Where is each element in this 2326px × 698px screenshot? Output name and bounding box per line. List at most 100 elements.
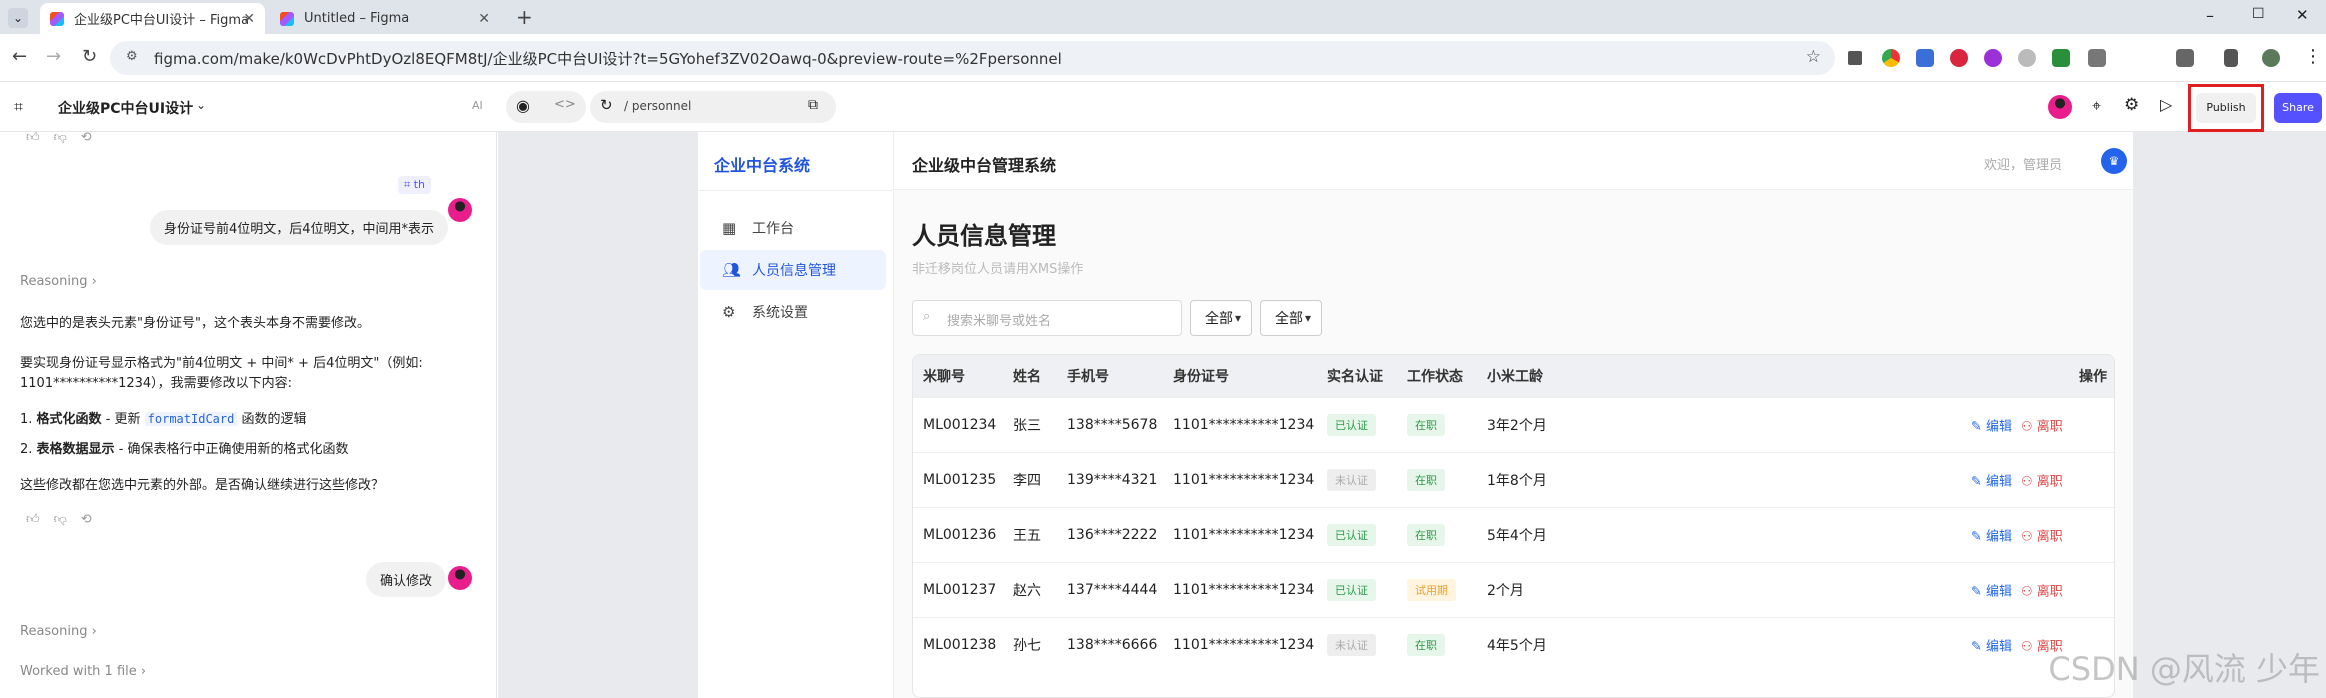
sidebar-item-label: 人员信息管理 <box>752 263 836 279</box>
leave-label: 离职 <box>2036 419 2063 435</box>
cell-id: ML001235 <box>923 472 997 488</box>
col-header: 手机号 <box>1067 369 1109 385</box>
reasoning-toggle[interactable]: Reasoning › <box>20 274 97 289</box>
new-tab-button[interactable]: + <box>516 5 533 29</box>
scan-icon[interactable]: ⌖ <box>2092 96 2101 116</box>
puzzle-extension-icon[interactable] <box>2176 49 2194 67</box>
leave-label: 离职 <box>2036 529 2063 545</box>
edit-label: 编辑 <box>1986 529 2013 545</box>
screenshot-extension-icon[interactable] <box>2088 49 2106 67</box>
worked-files-toggle[interactable]: Worked with 1 file › <box>20 664 146 679</box>
col-header: 姓名 <box>1013 369 1041 385</box>
filter-status-select[interactable]: 全部 <box>1260 300 1322 336</box>
settings-icon[interactable]: ⚙ <box>2124 95 2139 115</box>
url-field[interactable]: ⚙ figma.com/make/k0WcDvPhtDyOzl8EQFM8tJ/… <box>110 41 1835 75</box>
cell-tenure: 5年4个月 <box>1487 528 1547 544</box>
extension-icon[interactable] <box>1848 51 1862 65</box>
publish-button[interactable]: Publish <box>2196 93 2256 123</box>
welcome-text: 欢迎，管理员 <box>1984 158 2063 173</box>
leave-button[interactable]: ⚇ 离职 <box>2021 526 2063 545</box>
leave-button[interactable]: ⚇ 离职 <box>2021 416 2063 435</box>
feedback-row: 👍︎👎︎⟲ <box>26 132 106 145</box>
leave-button[interactable]: ⚇ 离职 <box>2021 471 2063 490</box>
admin-avatar[interactable]: ♛ <box>2101 148 2127 174</box>
cell-phone: 138****5678 <box>1067 417 1158 433</box>
cell-tenure: 1年8个月 <box>1487 473 1547 489</box>
flag-extension-icon[interactable] <box>1950 49 1968 67</box>
close-icon[interactable]: ✕ <box>243 11 255 27</box>
user-avatar[interactable] <box>2048 95 2072 119</box>
cell-tenure: 3年2个月 <box>1487 418 1547 434</box>
site-brand: 企业中台系统 <box>714 156 811 175</box>
search-icon: ⌕ <box>923 309 931 324</box>
chevron-down-icon[interactable]: ⌄ <box>196 98 206 112</box>
worked-label: Worked with 1 file <box>20 664 137 679</box>
translate-extension-icon[interactable] <box>1916 49 1934 67</box>
edit-button[interactable]: ✎ 编辑 <box>1971 581 2012 600</box>
cell-name: 赵六 <box>1013 583 1041 599</box>
sidebar-item-settings[interactable]: ⚙ 系统设置 <box>700 292 886 332</box>
tab-figma-project[interactable]: 企业级PC中台UI设计 – Figma ✕ <box>40 3 265 34</box>
profile-avatar[interactable] <box>2262 49 2280 67</box>
maximize-icon[interactable]: ☐ <box>2252 6 2265 22</box>
cell-phone: 137****4444 <box>1067 582 1158 598</box>
sidebar-item-personnel[interactable]: 👥︎ 人员信息管理 <box>700 250 886 290</box>
open-new-icon[interactable]: ⧉ <box>808 97 818 113</box>
route-bar[interactable]: ↻ / personnel ⧉ <box>590 91 836 123</box>
bookmark-star-icon[interactable]: ☆ <box>1806 47 1821 67</box>
figma-menu-icon[interactable]: ⌗ <box>14 97 23 117</box>
heart-extension-icon[interactable] <box>2018 49 2036 67</box>
green-extension-icon[interactable] <box>2052 49 2070 67</box>
tab-untitled[interactable]: Untitled – Figma ✕ <box>270 3 500 34</box>
edit-button[interactable]: ✎ 编辑 <box>1971 416 2012 435</box>
project-title[interactable]: 企业级PC中台UI设计 <box>58 98 193 118</box>
edit-button[interactable]: ✎ 编辑 <box>1971 471 2012 490</box>
chrome-extension-icon[interactable] <box>1882 49 1900 67</box>
close-window-icon[interactable]: ✕ <box>2296 6 2309 24</box>
reasoning-toggle[interactable]: Reasoning › <box>20 624 97 639</box>
back-icon[interactable]: ← <box>12 46 27 67</box>
browser-menu-icon[interactable]: ⋮ <box>2304 46 2322 67</box>
edit-button[interactable]: ✎ 编辑 <box>1971 526 2012 545</box>
share-button[interactable]: Share <box>2274 93 2322 123</box>
status-badge: 试用期 <box>1407 579 1456 601</box>
table-row: ML001234 张三 138****5678 1101**********1234 3… <box>913 397 2114 452</box>
address-bar: ← → ↻ ⚙ figma.com/make/k0WcDvPhtDyOzl8EQ… <box>0 34 2326 82</box>
page-title: 人员信息管理 <box>912 222 1056 250</box>
browser-tab-bar: ⌄ 企业级PC中台UI设计 – Figma ✕ Untitled – Figma… <box>0 0 2326 34</box>
download-icon[interactable] <box>2224 49 2238 67</box>
cell-id: ML001234 <box>923 417 997 433</box>
site-info-icon[interactable]: ⚙ <box>126 49 138 64</box>
auth-badge: 已认证 <box>1327 414 1376 436</box>
auth-badge: 已认证 <box>1327 524 1376 546</box>
assistant-list-item: 2. 表格数据显示 - 确保表格行中正确使用新的格式化函数 <box>20 438 349 457</box>
edit-icon: ✎ <box>1971 639 1982 655</box>
forward-icon[interactable]: → <box>46 46 61 67</box>
cell-idno: 1101**********1234 <box>1173 472 1315 488</box>
watermark: CSDN @风流 少年 <box>2048 650 2320 688</box>
code-icon[interactable]: <> <box>554 97 576 112</box>
list-bold: 格式化函数 <box>36 412 102 427</box>
site-sidebar: 企业中台系统 ▦ 工作台 👥︎ 人员信息管理 ⚙ 系统设置 <box>698 132 894 698</box>
cell-name: 李四 <box>1013 473 1041 489</box>
eye-icon[interactable]: ◉ <box>516 96 530 115</box>
play-icon[interactable]: ▷ <box>2160 95 2172 114</box>
search-input[interactable]: ⌕ 搜索米聊号或姓名 <box>912 300 1182 336</box>
edit-label: 编辑 <box>1986 419 2013 435</box>
user-avatar <box>448 566 472 590</box>
reload-icon[interactable]: ↻ <box>600 96 613 114</box>
filter-auth-select[interactable]: 全部 <box>1190 300 1252 336</box>
close-icon[interactable]: ✕ <box>478 11 490 27</box>
reload-icon[interactable]: ↻ <box>82 46 97 67</box>
minimize-icon[interactable]: – <box>2206 6 2214 25</box>
leave-button[interactable]: ⚇ 离职 <box>2021 581 2063 600</box>
cell-id: ML001237 <box>923 582 997 598</box>
sidebar-item-dashboard[interactable]: ▦ 工作台 <box>700 208 886 248</box>
edit-button[interactable]: ✎ 编辑 <box>1971 636 2012 655</box>
purple-extension-icon[interactable] <box>1984 49 2002 67</box>
feedback-row[interactable]: 👍︎👎︎⟲ <box>26 512 106 527</box>
leave-label: 离职 <box>2036 474 2063 490</box>
view-toggle[interactable]: ◉ <> <box>506 91 586 123</box>
search-placeholder: 搜索米聊号或姓名 <box>947 314 1052 329</box>
tab-list-dropdown[interactable]: ⌄ <box>8 8 28 28</box>
